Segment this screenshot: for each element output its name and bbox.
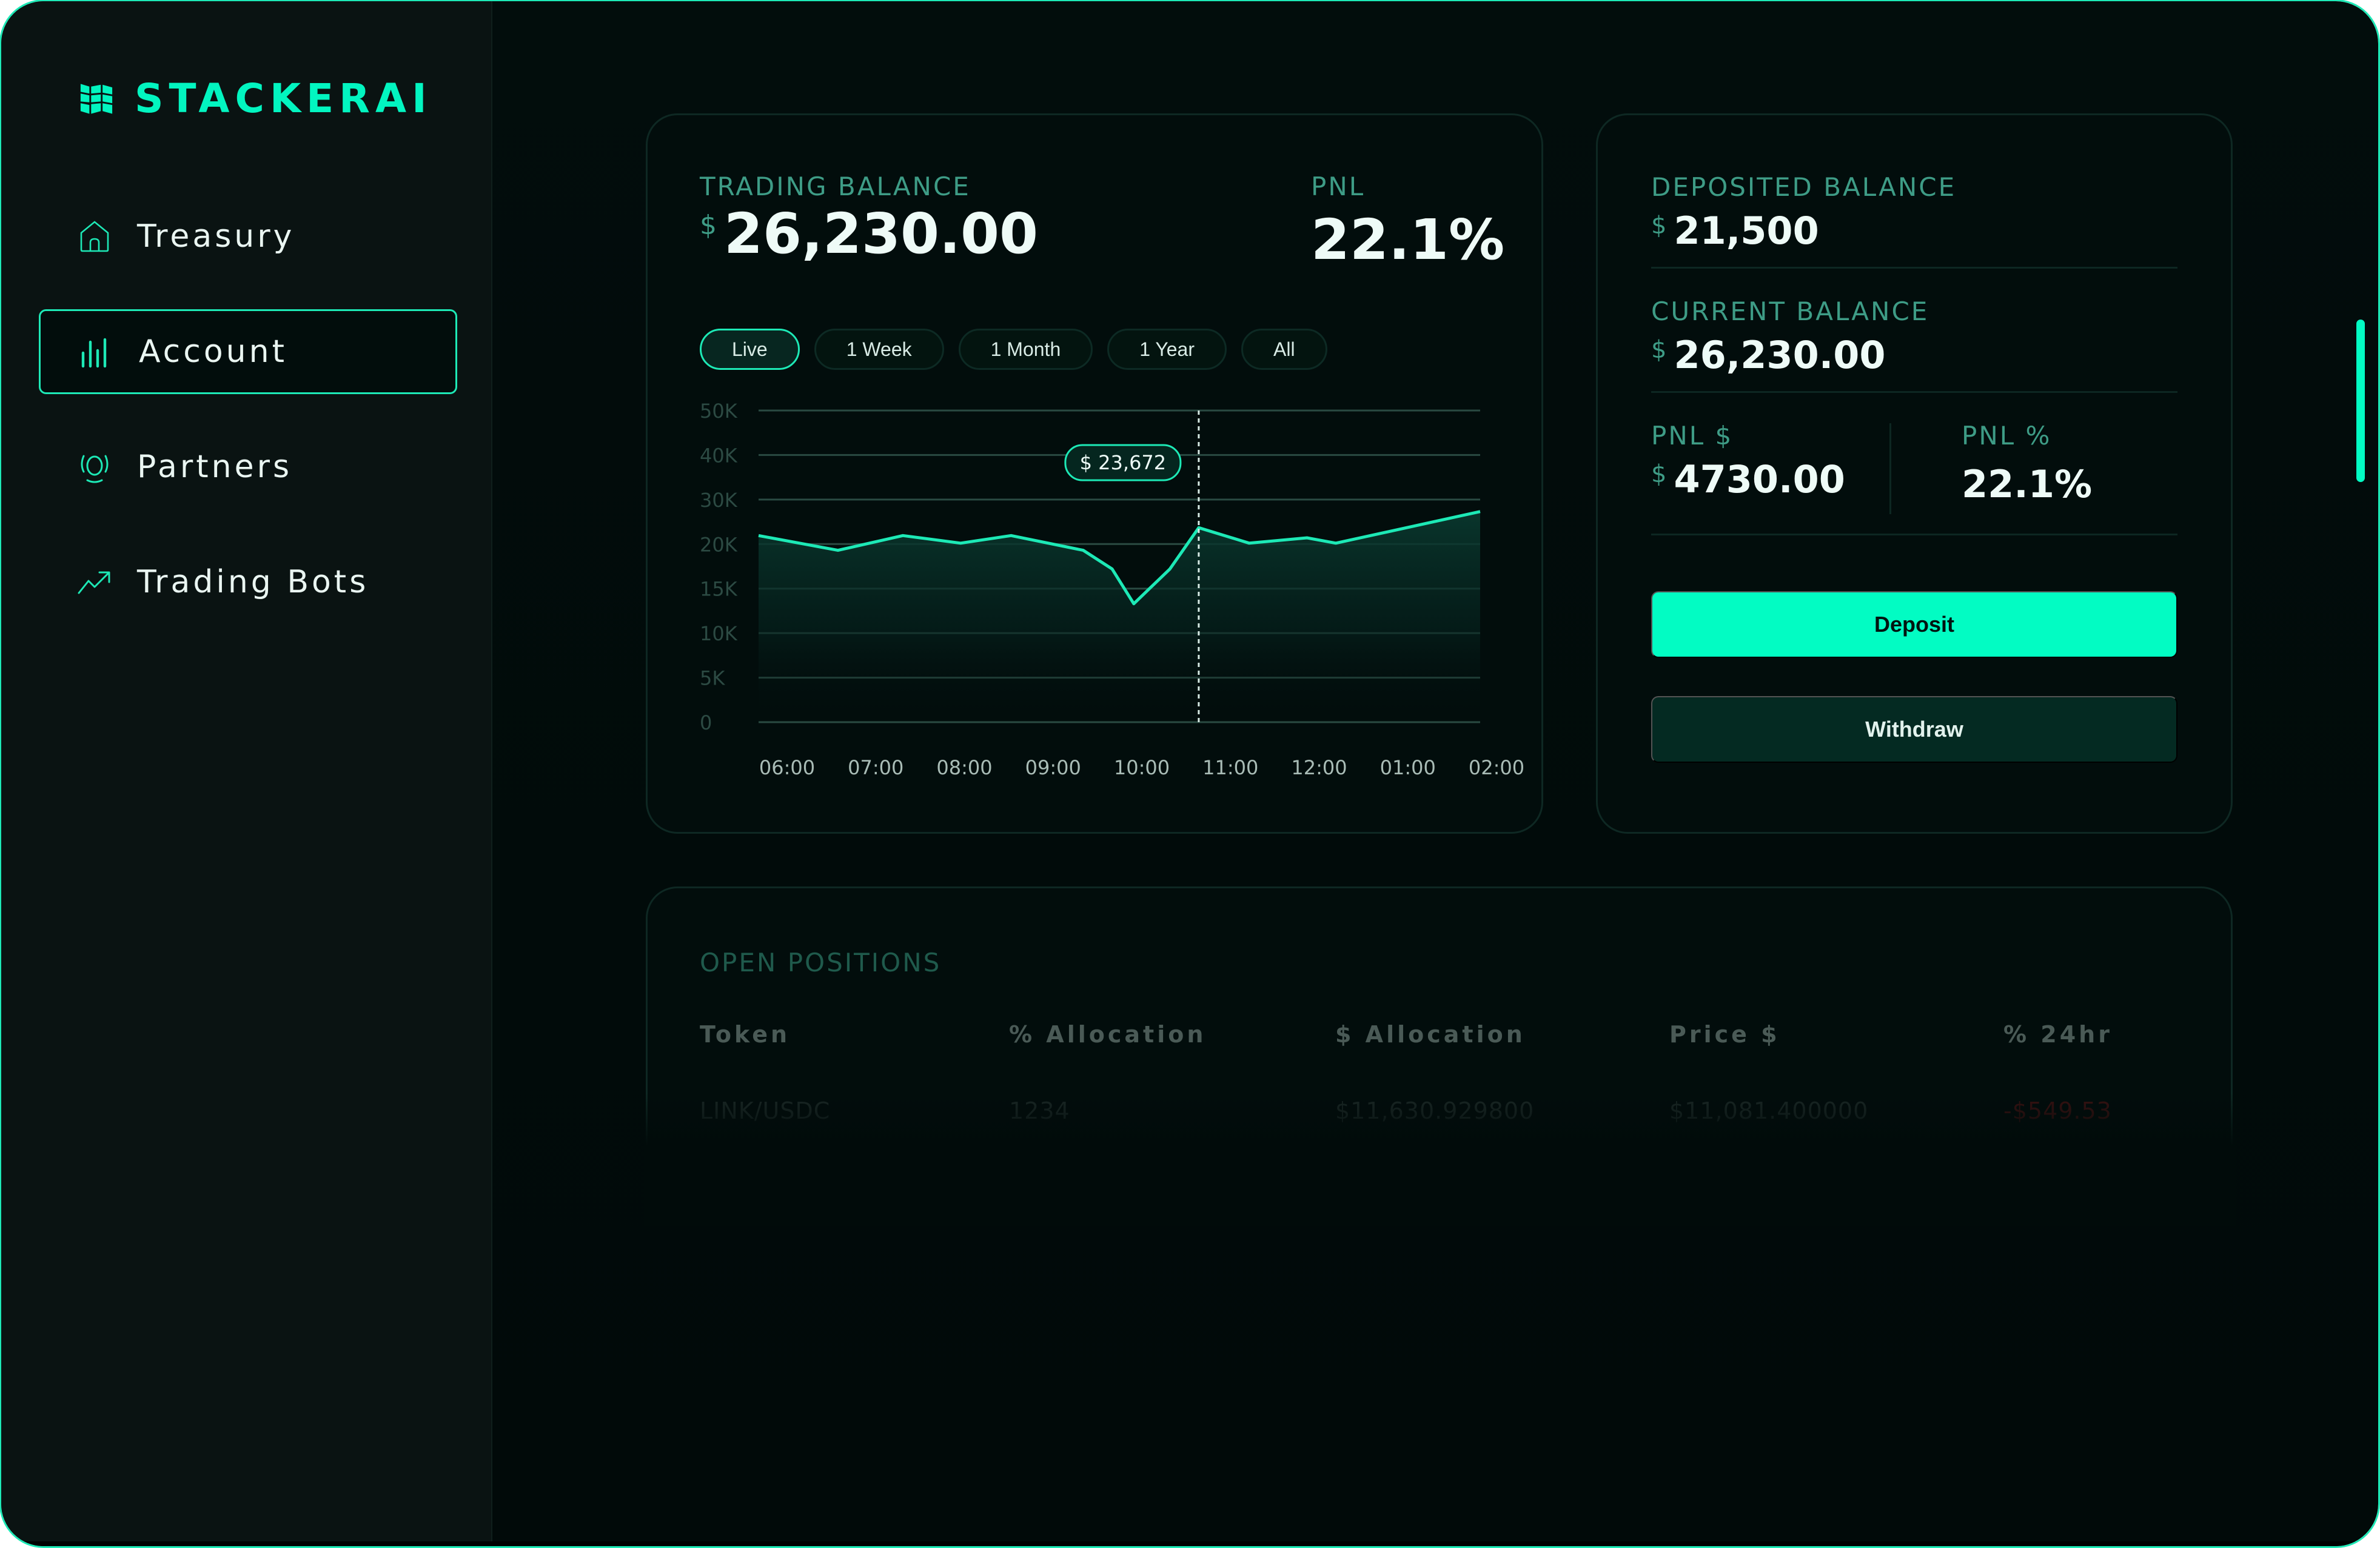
positions-fade-overlay [644,1093,2236,1226]
stackerai-logo-icon [80,84,113,114]
scrollbar[interactable] [2353,1,2370,1546]
scrollbar-thumb[interactable] [2356,320,2365,482]
pnl-value: 22.1% [1311,207,1505,272]
y-tick-label: 20K [700,533,738,556]
deposited-balance-amount: 21,500 [1674,209,1819,253]
sidebar-item-partners[interactable]: Partners [39,424,457,509]
chart-series-line [758,510,1481,606]
sidebar-item-label: Account [139,333,287,370]
sidebar-item-treasury[interactable]: Treasury [39,194,457,279]
range-live-button[interactable]: Live [700,329,800,370]
y-tick-label: 0 [700,711,712,734]
home-icon [80,221,109,252]
deposited-balance-value: $21,500 [1651,212,1956,250]
trading-balance-label: TRADING BALANCE [700,172,971,201]
divider [1651,391,2177,393]
current-balance-value: $26,230.00 [1651,337,1929,374]
logo[interactable]: STACKERAI [79,79,432,119]
divider [1651,534,2177,535]
x-tick-label: 12:00 [1291,756,1347,779]
deposited-balance-label: DEPOSITED BALANCE [1651,172,1957,202]
sidebar-item-trading-bots[interactable]: Trading Bots [39,540,457,625]
y-tick-label: 30K [700,489,738,512]
currency-symbol: $ [1651,460,1667,488]
trading-balance-value: $26,230.00 [700,206,1038,262]
x-tick-label: 08:00 [936,756,992,779]
x-tick-label: 06:00 [759,756,815,779]
bar-chart-icon [81,338,107,368]
range-1month-button[interactable]: 1 Month [958,329,1093,370]
divider [1651,267,2177,269]
pnl-pct: PNL % 22.1% [1962,423,2092,503]
pnl-pct-value: 22.1% [1962,462,2093,506]
pnl-usd-label: PNL $ [1651,421,1734,451]
y-tick-label: 40K [700,444,738,467]
x-tick-label: 07:00 [848,756,903,779]
trading-balance-card: TRADING BALANCE $26,230.00 PNL 22.1% Liv… [646,113,1543,834]
time-range-selector: Live 1 Week 1 Month 1 Year All [700,329,1327,370]
partners-icon [81,455,109,483]
withdraw-button[interactable]: Withdraw [1651,696,2177,763]
y-tick-label: 15K [700,578,738,601]
pnl-usd-value: $4730.00 [1651,461,1845,498]
y-tick-label: 5K [700,667,725,690]
currency-symbol: $ [1651,212,1667,240]
currency-symbol: $ [1651,336,1667,364]
x-tick-label: 09:00 [1025,756,1081,779]
pnl-usd-amount: 4730.00 [1674,457,1845,501]
current-balance-label: CURRENT BALANCE [1651,297,1929,326]
x-tick-label: 02:00 [1469,756,1524,779]
current-balance-amount: 26,230.00 [1674,333,1886,377]
pnl-pct-label: PNL % [1962,421,2052,451]
pnl-label: PNL [1311,172,1366,201]
column-header-token[interactable]: Token [700,1023,790,1046]
open-positions-title: OPEN POSITIONS [700,948,942,977]
range-1week-button[interactable]: 1 Week [814,329,944,370]
vertical-divider [1889,423,1891,514]
column-header-price[interactable]: Price $ [1669,1023,1780,1046]
current-balance: CURRENT BALANCE $26,230.00 [1651,299,1929,374]
chart-tooltip-value: $ 23,672 [1080,451,1167,474]
column-header-pct-allocation[interactable]: % Allocation [1009,1023,1206,1046]
column-header-usd-allocation[interactable]: $ Allocation [1335,1023,1526,1046]
chart-tooltip: $ 23,672 [1064,444,1182,481]
y-tick-label: 50K [700,400,738,423]
sidebar: STACKERAI Treasury Account Partners Trad… [1,1,492,1546]
sidebar-item-label: Trading Bots [137,564,369,600]
x-tick-label: 10:00 [1114,756,1170,779]
balance-summary-card: DEPOSITED BALANCE $21,500 CURRENT BALANC… [1596,113,2233,834]
sidebar-item-label: Treasury [137,218,295,255]
y-tick-label: 10K [700,622,738,645]
brand-name: STACKERAI [135,75,432,122]
x-tick-label: 01:00 [1380,756,1436,779]
currency-symbol: $ [700,210,717,241]
x-tick-label: 11:00 [1202,756,1258,779]
sidebar-item-label: Partners [137,449,293,485]
pnl-usd: PNL $ $4730.00 [1651,423,1845,498]
trending-up-icon [78,571,110,594]
trading-balance-amount: 26,230.00 [724,201,1038,266]
column-header-24hr[interactable]: % 24hr [2003,1023,2113,1046]
app-window: STACKERAI Treasury Account Partners Trad… [1,1,2378,1546]
range-1year-button[interactable]: 1 Year [1107,329,1227,370]
range-all-button[interactable]: All [1241,329,1327,370]
sidebar-item-account[interactable]: Account [39,309,457,394]
deposit-button[interactable]: Deposit [1651,591,2177,658]
deposited-balance: DEPOSITED BALANCE $21,500 [1651,175,1956,250]
chart-area-fill [759,511,1480,722]
